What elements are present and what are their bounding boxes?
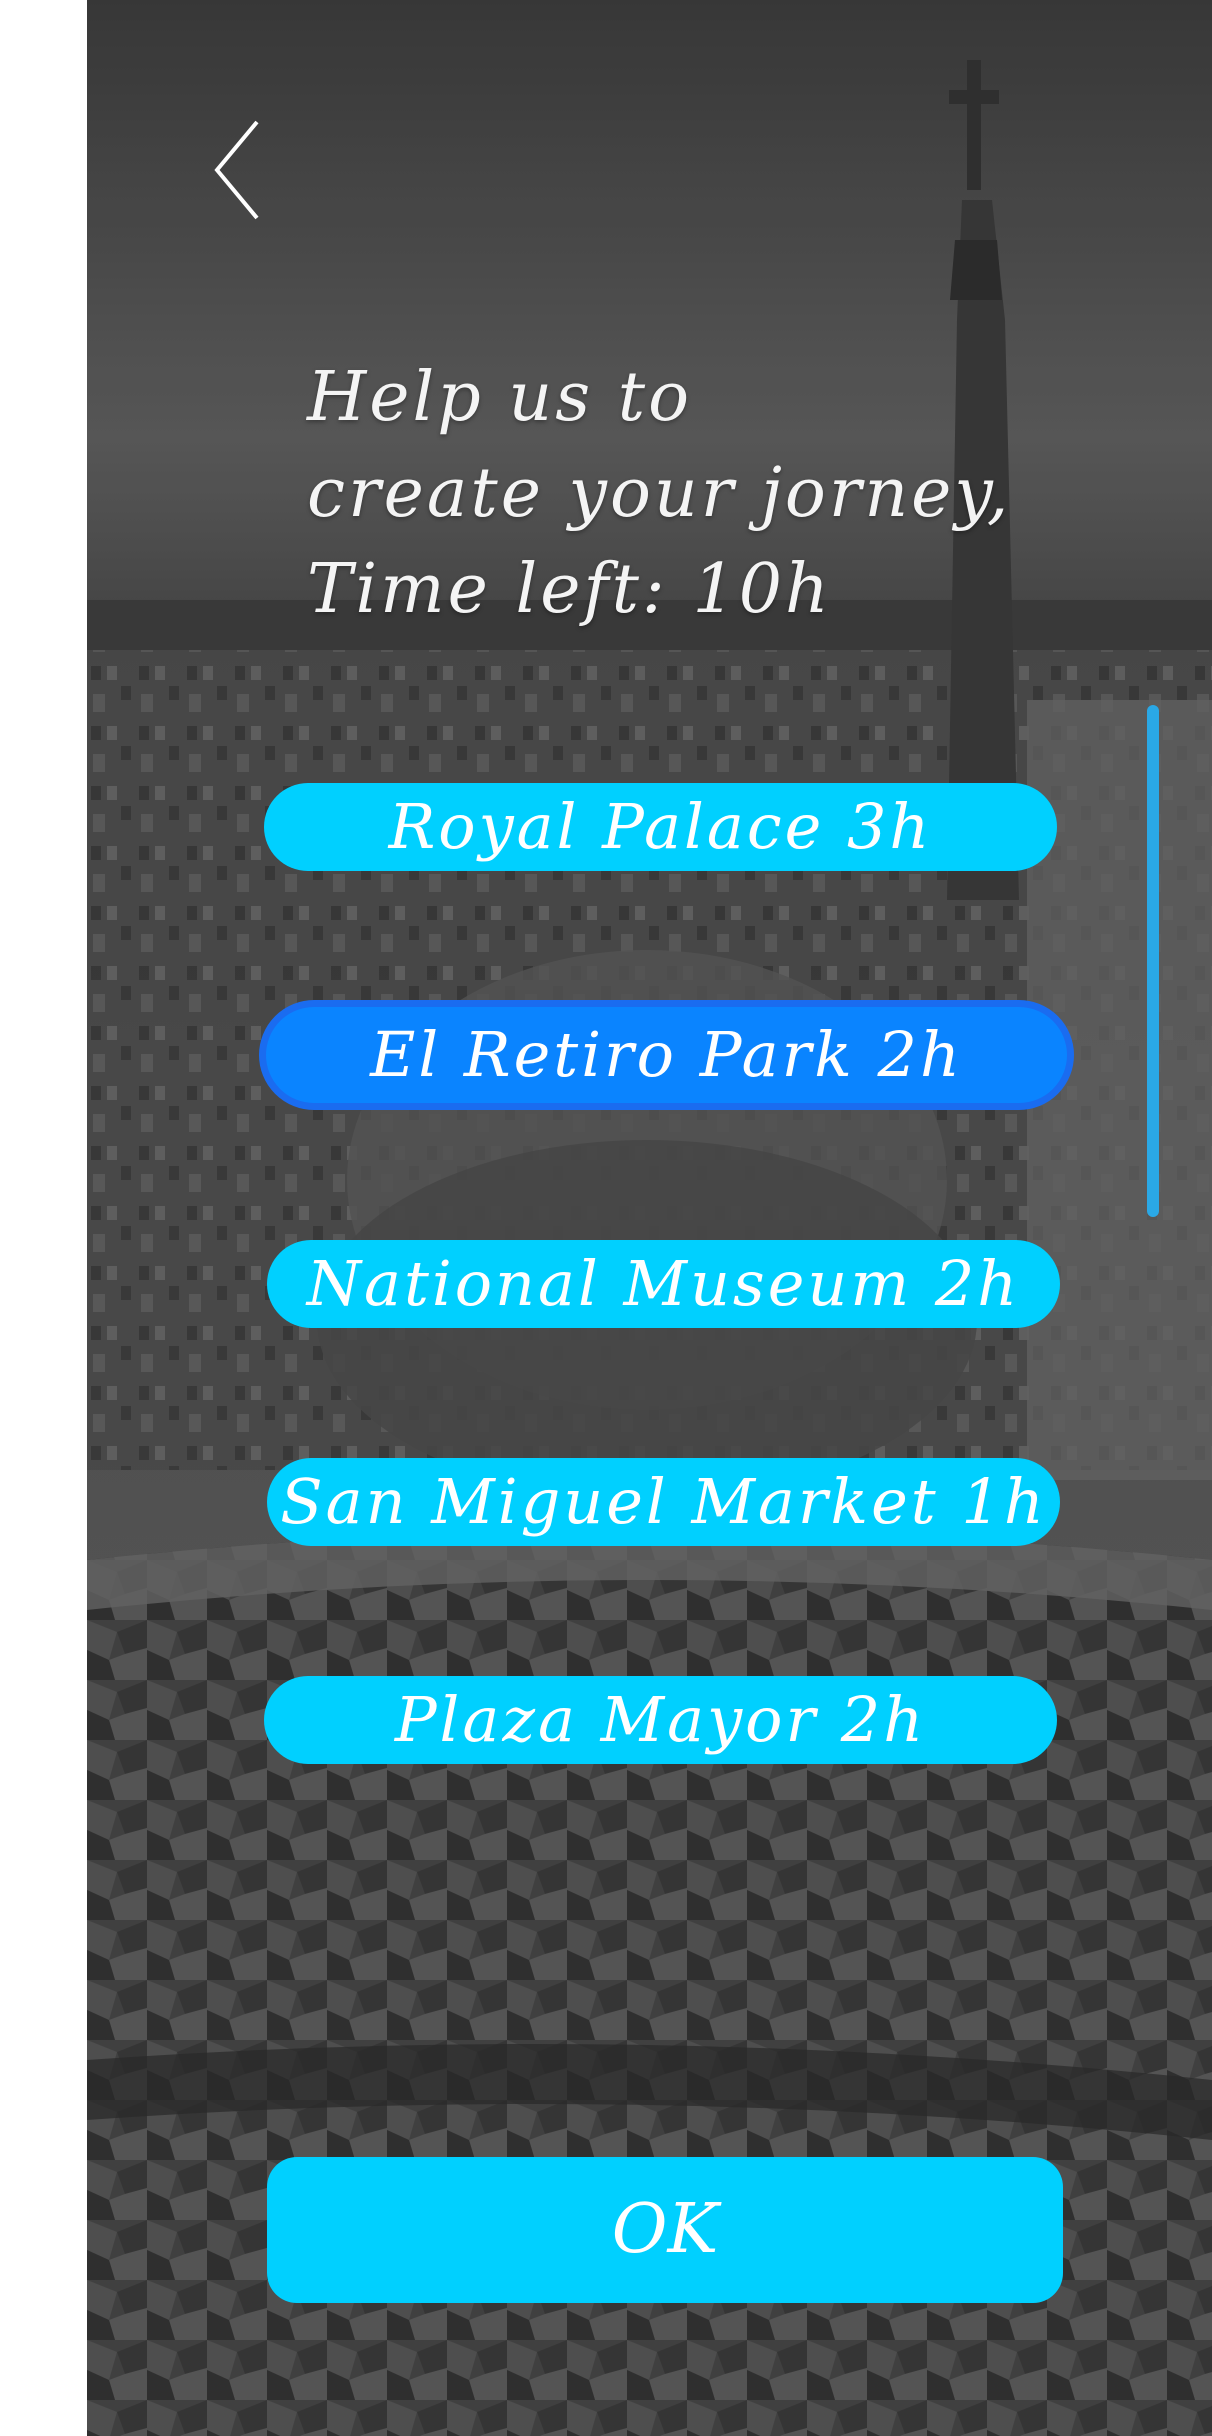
time-left-label: Time left: 10h	[307, 550, 832, 629]
heading-line-1: Help us to	[307, 358, 693, 437]
heading-line-2: create your jorney,	[307, 454, 1012, 533]
chevron-left-icon	[214, 120, 259, 220]
place-option-royal-palace[interactable]: Royal Palace 3h	[264, 783, 1057, 871]
place-option-plaza-mayor[interactable]: Plaza Mayor 2h	[264, 1676, 1057, 1764]
place-option-el-retiro-park[interactable]: El Retiro Park 2h	[259, 1000, 1074, 1110]
back-button[interactable]	[207, 110, 287, 230]
page-heading: Help us to create your jorney, Time left…	[307, 350, 1167, 638]
place-option-san-miguel-market[interactable]: San Miguel Market 1h	[267, 1458, 1060, 1546]
place-option-national-museum[interactable]: National Museum 2h	[267, 1240, 1060, 1328]
ok-button[interactable]: OK	[267, 2157, 1063, 2303]
left-margin	[0, 0, 87, 2436]
journey-planner-screen: Help us to create your jorney, Time left…	[87, 0, 1212, 2436]
app-screen: Help us to create your jorney, Time left…	[0, 0, 1212, 2436]
list-scrollbar[interactable]	[1147, 705, 1159, 1217]
